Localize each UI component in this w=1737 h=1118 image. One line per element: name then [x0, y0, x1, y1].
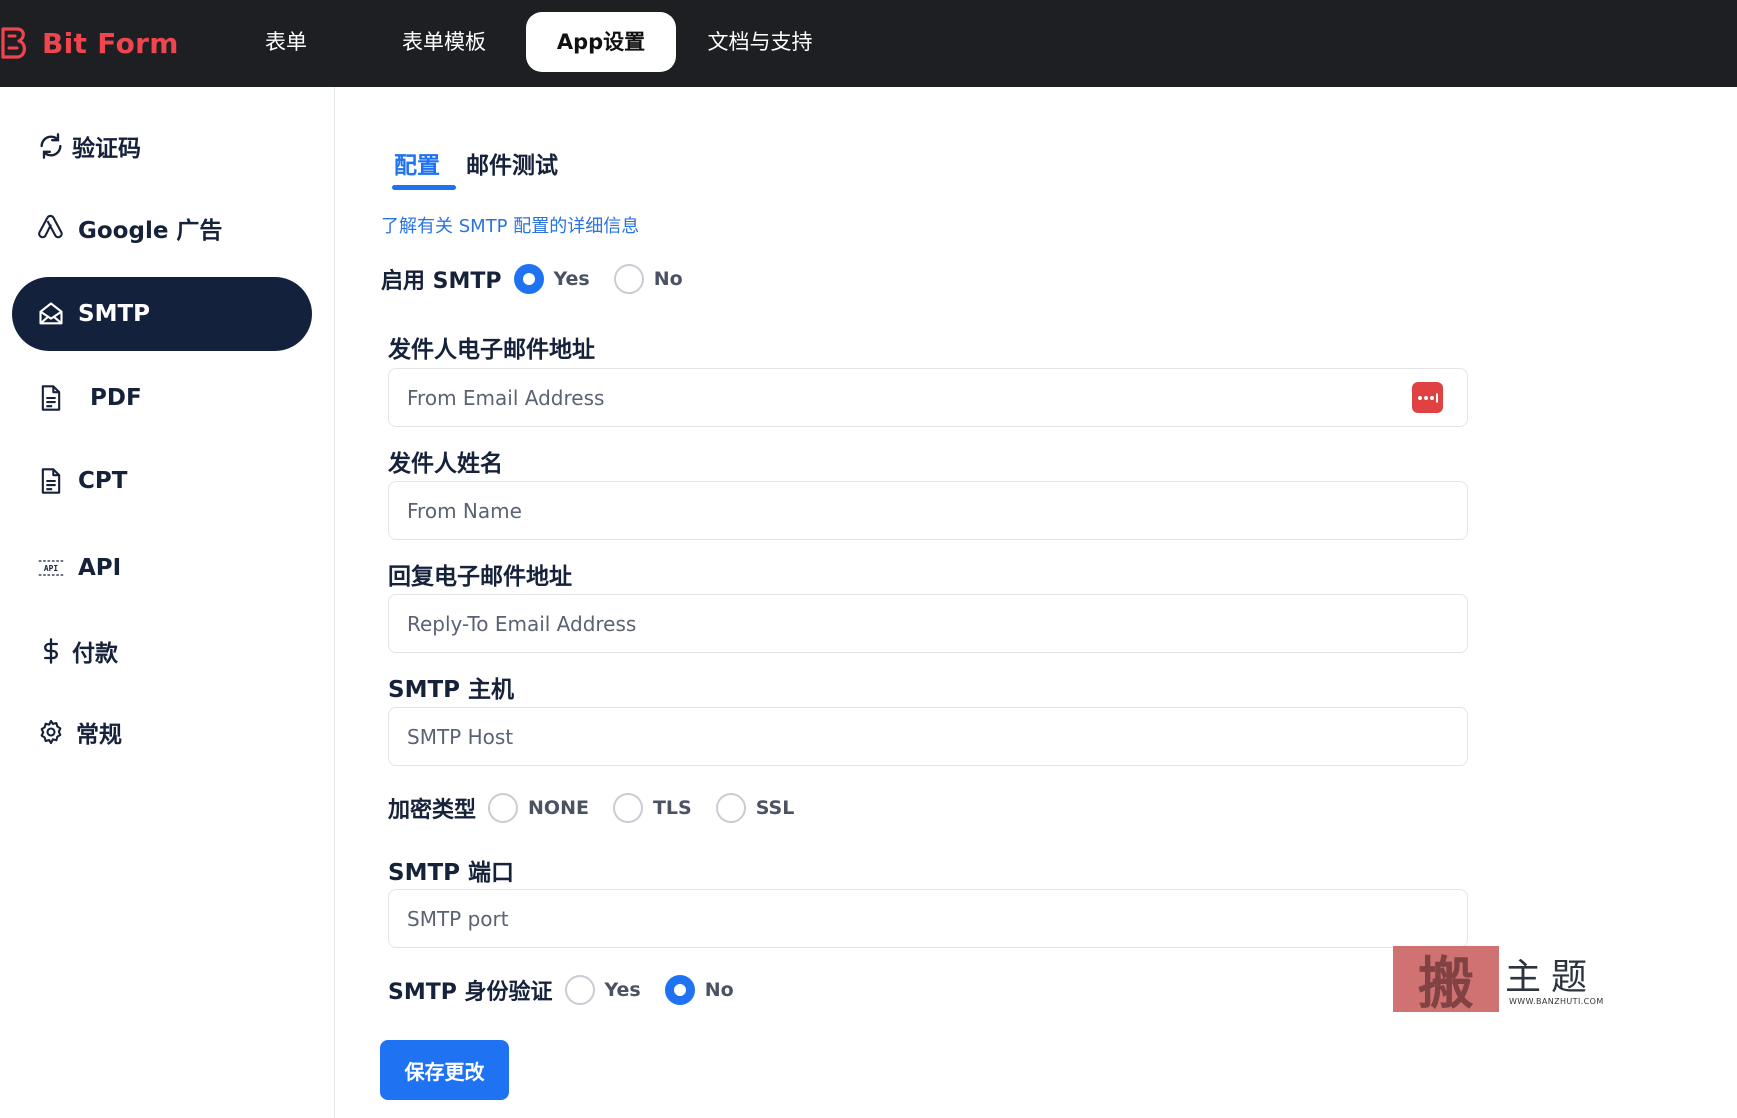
smtp-port-input[interactable] [388, 889, 1468, 948]
from-name-input[interactable] [388, 481, 1468, 540]
smtp-auth-label: SMTP 身份验证 [388, 980, 553, 1005]
smtp-docs-link[interactable]: 了解有关 SMTP 配置的详细信息 [381, 212, 639, 238]
nav-forms[interactable]: 表单 [238, 12, 334, 72]
brand-name: Bit Form [42, 26, 179, 60]
enable-smtp-yes-radio[interactable] [513, 264, 544, 294]
sidebar-item-label: CPT [78, 468, 128, 494]
save-changes-button[interactable]: 保存更改 [380, 1040, 509, 1100]
tab-config[interactable]: 配置 [392, 140, 456, 190]
sidebar-item-api[interactable]: API API [12, 531, 312, 605]
sidebar-item-label: SMTP [78, 301, 150, 327]
enable-smtp-group: 启用 SMTP Yes No [381, 263, 707, 295]
sidebar-item-cpt[interactable]: CPT [12, 444, 312, 518]
password-manager-icon[interactable] [1412, 382, 1443, 413]
enable-smtp-label: 启用 SMTP [381, 269, 502, 294]
reply-to-input[interactable] [388, 594, 1468, 653]
sidebar-item-general[interactable]: 常规 [12, 695, 312, 769]
encryption-label: 加密类型 [388, 798, 477, 823]
smtp-auth-no-radio[interactable] [664, 975, 695, 1005]
nav-app-settings[interactable]: App设置 [526, 12, 676, 72]
smtp-port-label: SMTP 端口 [388, 860, 515, 886]
sidebar-item-google-ads[interactable]: Google 广告 [12, 191, 312, 265]
encryption-none-label: NONE [528, 797, 589, 819]
sidebar-item-pdf[interactable]: PDF [12, 361, 312, 435]
sidebar-item-captcha[interactable]: 验证码 [12, 109, 312, 183]
top-bar: Bit Form 表单 表单模板 App设置 文档与支持 [0, 0, 1737, 87]
sidebar: 验证码 Google 广告 SMTP PDF CPT API API 付款 常规 [0, 87, 335, 1118]
dollar-icon [36, 636, 66, 666]
nav-docs-support[interactable]: 文档与支持 [700, 12, 820, 72]
smtp-auth-yes-label: Yes [604, 979, 641, 1001]
from-email-label: 发件人电子邮件地址 [388, 337, 595, 363]
enable-smtp-no-label: No [653, 268, 683, 290]
smtp-auth-no-label: No [704, 979, 734, 1001]
encryption-ssl-label: SSL [755, 797, 795, 819]
sidebar-item-label: 常规 [76, 722, 122, 748]
sidebar-item-label: 付款 [72, 641, 118, 667]
sidebar-item-smtp[interactable]: SMTP [12, 277, 312, 351]
mail-open-icon [36, 299, 66, 329]
tab-mail-test[interactable]: 邮件测试 [464, 140, 560, 190]
recaptcha-icon [36, 131, 66, 161]
document-icon [36, 383, 66, 413]
smtp-host-label: SMTP 主机 [388, 677, 515, 703]
watermark-stamp: 搬 [1393, 946, 1499, 1017]
from-name-label: 发件人姓名 [388, 451, 503, 477]
sidebar-item-label: API [78, 555, 122, 581]
encryption-tls-label: TLS [652, 797, 692, 819]
settings-tabs: 配置 邮件测试 [392, 140, 582, 190]
sidebar-item-label: PDF [90, 385, 142, 411]
encryption-none-radio[interactable] [488, 793, 519, 823]
from-email-input[interactable] [388, 368, 1468, 427]
smtp-host-input[interactable] [388, 707, 1468, 766]
nav-form-templates[interactable]: 表单模板 [388, 12, 500, 72]
watermark-text: 主题 [1505, 957, 1598, 998]
reply-to-label: 回复电子邮件地址 [388, 564, 572, 590]
gear-icon [36, 717, 66, 747]
google-ads-icon [36, 213, 66, 243]
encryption-ssl-radio[interactable] [715, 793, 746, 823]
smtp-auth-yes-radio[interactable] [564, 975, 595, 1005]
enable-smtp-no-radio[interactable] [613, 264, 644, 294]
bit-form-logo-icon [1, 27, 26, 59]
sidebar-item-label: Google 广告 [78, 218, 223, 244]
watermark: 搬 主题 WWW.BANZHUTI.COM [1393, 946, 1625, 1017]
sidebar-item-label: 验证码 [72, 136, 141, 162]
enable-smtp-yes-label: Yes [553, 268, 590, 290]
encryption-tls-radio[interactable] [612, 793, 643, 823]
encryption-group: 加密类型 NONE TLS SSL [388, 792, 818, 824]
api-icon: API [36, 553, 66, 583]
brand[interactable]: Bit Form [0, 22, 179, 64]
sidebar-item-payments[interactable]: 付款 [12, 614, 312, 688]
smtp-auth-group: SMTP 身份验证 Yes No [388, 974, 758, 1006]
document-icon [36, 466, 66, 496]
watermark-url: WWW.BANZHUTI.COM [1509, 997, 1604, 1006]
svg-text:API: API [44, 564, 58, 573]
